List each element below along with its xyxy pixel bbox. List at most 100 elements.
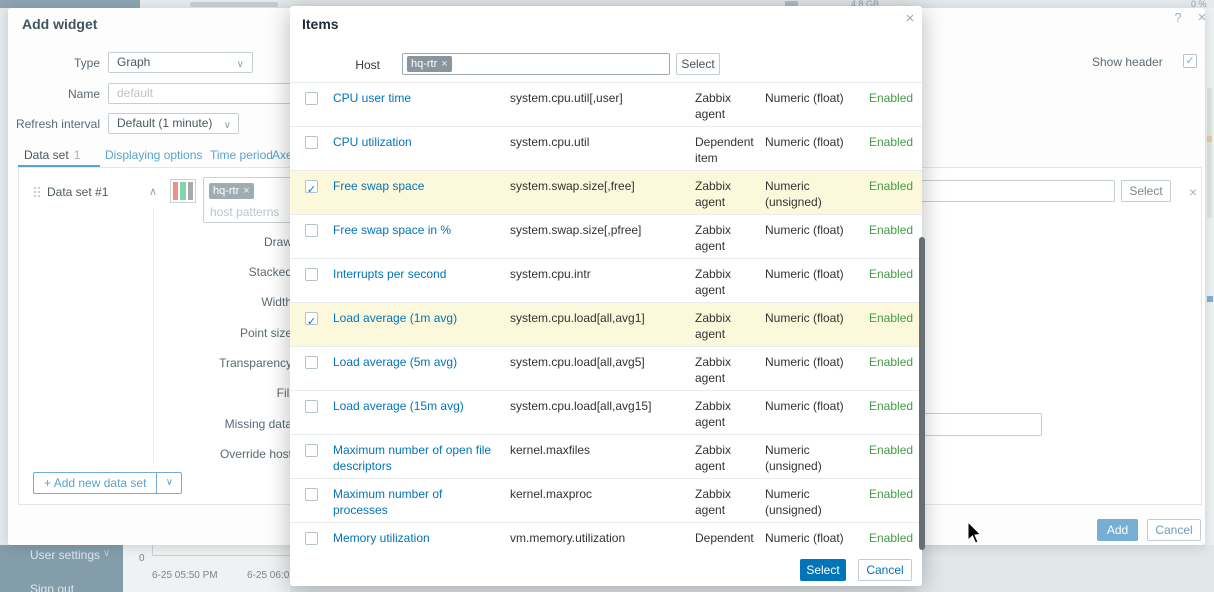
graph-x-tick: 6-25 06:0 (247, 570, 290, 581)
chip-remove-icon[interactable]: × (441, 58, 447, 70)
item-name-link[interactable]: Load average (5m avg) (333, 354, 500, 370)
background-graph-fragment (1207, 296, 1213, 302)
item-name-link[interactable]: Free swap space in % (333, 222, 500, 238)
item-checkbox[interactable] (305, 136, 318, 149)
add-data-set-caret[interactable]: ∨ (156, 472, 183, 494)
host-pattern-chip: hq-rtr × (209, 183, 254, 199)
host-select-button[interactable]: Select (676, 53, 720, 75)
item-value-type: Numeric (unsigned) (765, 443, 822, 473)
items-select-button[interactable]: Select (800, 559, 846, 581)
item-name-link[interactable]: CPU utilization (333, 134, 500, 150)
items-table: CPU user time system.cpu.util[,user] Zab… (290, 82, 922, 566)
item-key: system.swap.size[,free] (510, 179, 635, 193)
item-type: Zabbix agent (695, 91, 732, 121)
host-filter-input[interactable]: hq-rtr × (402, 53, 670, 75)
item-key: system.cpu.load[all,avg1] (510, 311, 645, 325)
name-label: Name (67, 87, 100, 101)
item-name-link[interactable]: Free swap space (333, 178, 500, 194)
item-value-type: Numeric (float) (765, 135, 844, 149)
status-badge: Enabled (869, 399, 914, 413)
item-checkbox[interactable] (305, 92, 318, 105)
graph-x-tick: 6-25 05:50 PM (152, 570, 218, 581)
item-checkbox[interactable]: ✓ (305, 180, 318, 196)
type-label: Type (73, 56, 100, 70)
item-name-link[interactable]: CPU user time (333, 90, 500, 106)
table-row: ✓ Load average (1m avg) system.cpu.load[… (290, 302, 922, 346)
item-checkbox[interactable] (305, 224, 318, 237)
graph-y-axis-label: 0 (139, 553, 145, 564)
chip-remove-icon[interactable]: × (243, 185, 249, 197)
add-new-data-set-button[interactable]: + Add new data set ∨ (33, 472, 183, 494)
help-icon[interactable]: ? (1170, 10, 1186, 26)
drag-handle-icon[interactable] (33, 186, 40, 197)
item-key: system.cpu.load[all,avg15] (510, 399, 652, 413)
cancel-button[interactable]: Cancel (1147, 519, 1201, 541)
status-badge: Enabled (869, 487, 914, 501)
show-header-checkbox[interactable]: ✓ (1183, 54, 1197, 68)
table-row: Maximum number of open file descriptors … (290, 434, 922, 478)
item-checkbox[interactable] (305, 356, 318, 369)
item-key: kernel.maxproc (510, 487, 593, 501)
graph-axis (152, 545, 290, 556)
item-type: Zabbix agent (695, 443, 732, 473)
tab-time-period[interactable]: Time period (210, 148, 273, 162)
table-row: Free swap space in % system.swap.size[,p… (290, 214, 922, 258)
item-type: Zabbix agent (695, 355, 732, 385)
tab-data-set[interactable]: Data set 1 (24, 148, 80, 162)
item-type: Zabbix agent (695, 311, 732, 341)
host-chip: hq-rtr × (407, 56, 452, 72)
items-cancel-button[interactable]: Cancel (858, 559, 912, 581)
close-icon[interactable]: × (1194, 9, 1210, 26)
status-badge: Enabled (869, 531, 914, 545)
item-checkbox[interactable] (305, 488, 318, 501)
swatch-color-green (180, 182, 186, 200)
item-name-link[interactable]: Load average (1m avg) (333, 310, 500, 326)
background-page-title-fragment (190, 2, 278, 7)
item-type: Zabbix agent (695, 267, 732, 297)
items-modal: Items × Host hq-rtr × Select CPU user tim… (290, 6, 922, 586)
chevron-down-icon: ∨ (223, 120, 231, 131)
add-button[interactable]: Add (1097, 519, 1138, 541)
chevron-down-icon: ∨ (236, 59, 244, 70)
tab-displaying-options[interactable]: Displaying options (105, 148, 202, 162)
plus-icon: + (44, 476, 54, 490)
item-patterns-select-button[interactable]: Select (1121, 180, 1171, 202)
collapse-chevron-icon[interactable]: ∧ (149, 185, 157, 198)
scrollbar-thumb[interactable] (919, 237, 925, 550)
status-badge: Enabled (869, 443, 914, 457)
host-label: Host (355, 58, 380, 72)
item-name-link[interactable]: Maximum number of open file descriptors (333, 442, 500, 474)
status-badge: Enabled (869, 267, 914, 281)
sidebar-item-user-settings[interactable]: User settings (30, 548, 100, 562)
item-name-link[interactable]: Maximum number of processes (333, 486, 500, 518)
background-dashboard-sliver (1205, 8, 1214, 545)
status-badge: Enabled (869, 91, 914, 105)
item-name-link[interactable]: Load average (15m avg) (333, 398, 500, 414)
mouse-cursor (967, 521, 982, 544)
close-icon[interactable]: × (902, 10, 918, 27)
color-swatch[interactable] (170, 179, 196, 203)
item-checkbox[interactable] (305, 268, 318, 281)
item-name-link[interactable]: Memory utilization (333, 530, 500, 546)
point-size-label: Point size (239, 326, 292, 340)
item-checkbox[interactable]: ✓ (305, 312, 318, 328)
sidebar-item-sign-out[interactable]: Sign out (30, 582, 74, 592)
item-key: system.cpu.util[,user] (510, 91, 623, 105)
table-row: CPU utilization system.cpu.util Dependen… (290, 126, 922, 170)
refresh-interval-label: Refresh interval (15, 117, 100, 131)
width-label: Width (261, 295, 292, 309)
type-select[interactable]: Graph ∨ (108, 52, 253, 73)
item-name-link[interactable]: Interrupts per second (333, 266, 500, 282)
panel-divider (153, 208, 154, 463)
table-row: Load average (15m avg) system.cpu.load[a… (290, 390, 922, 434)
fill-label: Fill (276, 386, 292, 400)
item-checkbox[interactable] (305, 400, 318, 413)
item-value-type: Numeric (float) (765, 399, 844, 413)
item-checkbox[interactable] (305, 532, 318, 545)
override-host-label: Override host (219, 447, 292, 461)
refresh-interval-select[interactable]: Default (1 minute) ∨ (108, 113, 239, 134)
table-row: Interrupts per second system.cpu.intr Za… (290, 258, 922, 302)
status-badge: Enabled (869, 355, 914, 369)
item-checkbox[interactable] (305, 444, 318, 457)
remove-data-set-icon[interactable]: × (1189, 184, 1197, 200)
